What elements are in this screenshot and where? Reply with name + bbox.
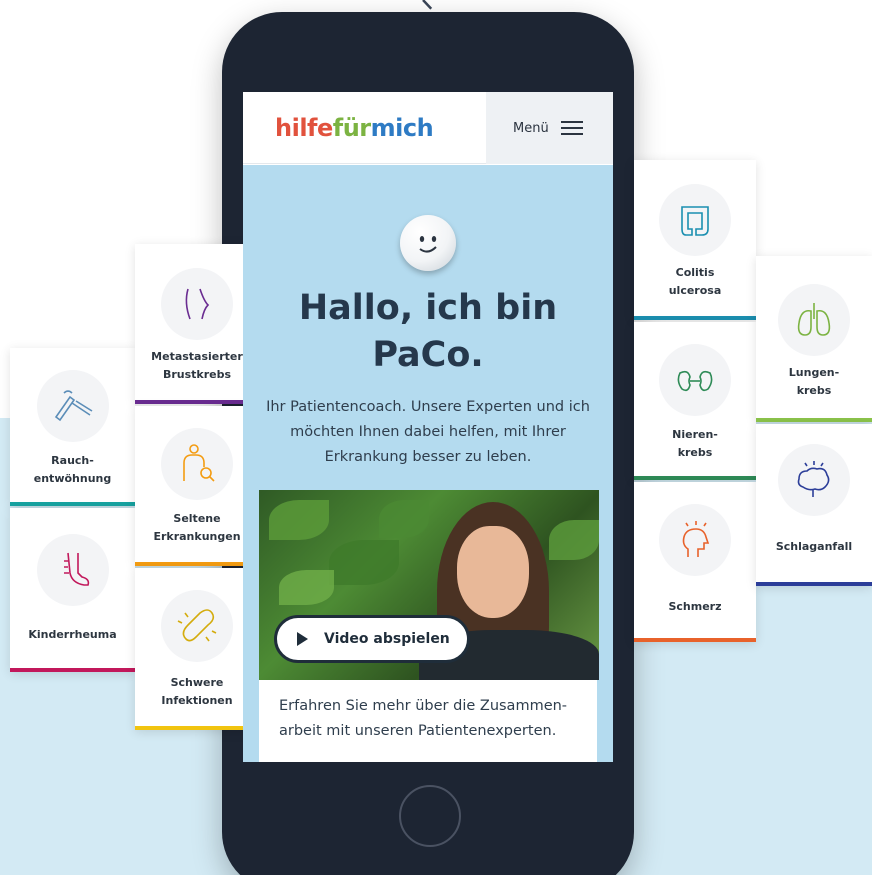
hero-description: Ihr Patientencoach. Unsere Experten und … <box>266 399 590 465</box>
foot-icon <box>36 534 109 606</box>
card-line: Kinderrheuma <box>28 628 117 641</box>
card-bar <box>634 638 756 642</box>
breast-icon <box>161 268 233 340</box>
card-line: Rauch- <box>51 454 94 467</box>
card-rauch[interactable]: Rauch-entwöhnung <box>10 348 135 506</box>
brain-icon <box>778 444 850 516</box>
card-bar <box>10 668 135 672</box>
card-line: Erkrankungen <box>153 530 241 543</box>
lungs-icon <box>778 284 850 356</box>
card-bar <box>634 476 756 480</box>
card-nieren[interactable]: Nieren-krebs <box>634 322 756 480</box>
card-bar <box>10 502 135 506</box>
card-bar <box>135 562 259 566</box>
card-line: krebs <box>796 384 832 397</box>
intestine-icon <box>659 184 731 256</box>
info-panel: Erfahren Sie mehr über die Zusammen-arbe… <box>259 680 597 762</box>
paco-mascot-icon <box>400 215 456 271</box>
card-line: ulcerosa <box>668 284 722 297</box>
video-player[interactable]: Video abspielen <box>259 490 599 680</box>
more-text: Erfahren Sie mehr über die Zusammen-arbe… <box>279 698 568 739</box>
card-bar <box>756 582 872 586</box>
card-line: entwöhnung <box>33 472 112 485</box>
card-brust[interactable]: Metastasierter Brustkrebs <box>135 244 259 404</box>
kidney-icon <box>659 344 731 416</box>
card-bar <box>634 316 756 320</box>
menu-label: Menü <box>513 120 549 136</box>
card-bar <box>135 726 259 730</box>
play-video-label: Video abspielen <box>324 631 450 647</box>
bacteria-icon <box>161 590 233 662</box>
phone-screen: hilfefürmich Menü Hallo, ich bin PaCo. I… <box>243 92 613 762</box>
card-seltene[interactable]: Seltene Erkrankungen <box>135 406 259 566</box>
card-line: Colitis <box>675 266 715 279</box>
card-line: Lungen- <box>788 366 840 379</box>
logo-part: mich <box>370 114 434 142</box>
cigarette-icon <box>36 370 109 442</box>
card-line: Schmerz <box>668 600 722 613</box>
logo-part: für <box>332 114 371 142</box>
card-schlag[interactable]: Schlaganfall <box>756 424 872 586</box>
card-line: Brustkrebs <box>162 368 232 381</box>
card-line: Schwere <box>170 676 224 689</box>
head-pain-icon <box>659 504 731 576</box>
card-line: Infektionen <box>161 694 233 707</box>
card-lungen[interactable]: Lungen-krebs <box>756 256 872 422</box>
card-bar <box>756 418 872 422</box>
play-video-button[interactable]: Video abspielen <box>274 615 470 663</box>
menu-button[interactable]: Menü <box>486 92 613 164</box>
card-bar <box>135 400 259 404</box>
card-kinder[interactable]: Kinderrheuma <box>10 508 135 672</box>
logo-part: hilfe <box>275 114 333 142</box>
play-icon <box>297 632 308 646</box>
home-button[interactable] <box>399 785 461 847</box>
hero-section: Hallo, ich bin PaCo. Ihr Patientencoach.… <box>243 165 613 762</box>
card-line: krebs <box>677 446 713 459</box>
top-bar: hilfefürmich Menü <box>243 92 613 164</box>
card-colitis[interactable]: Colitis ulcerosa <box>634 160 756 320</box>
card-line: Seltene <box>173 512 221 525</box>
hero-title: Hallo, ich bin PaCo. <box>298 288 558 375</box>
body-search-icon <box>161 428 233 500</box>
card-line: Schlaganfall <box>775 540 853 553</box>
card-line: Nieren- <box>672 428 718 441</box>
logo[interactable]: hilfefürmich <box>275 114 434 142</box>
card-line: Metastasierter <box>151 350 243 363</box>
card-infekt[interactable]: Schwere Infektionen <box>135 568 259 730</box>
hamburger-icon <box>560 121 583 135</box>
card-schmerz[interactable]: Schmerz <box>634 482 756 642</box>
